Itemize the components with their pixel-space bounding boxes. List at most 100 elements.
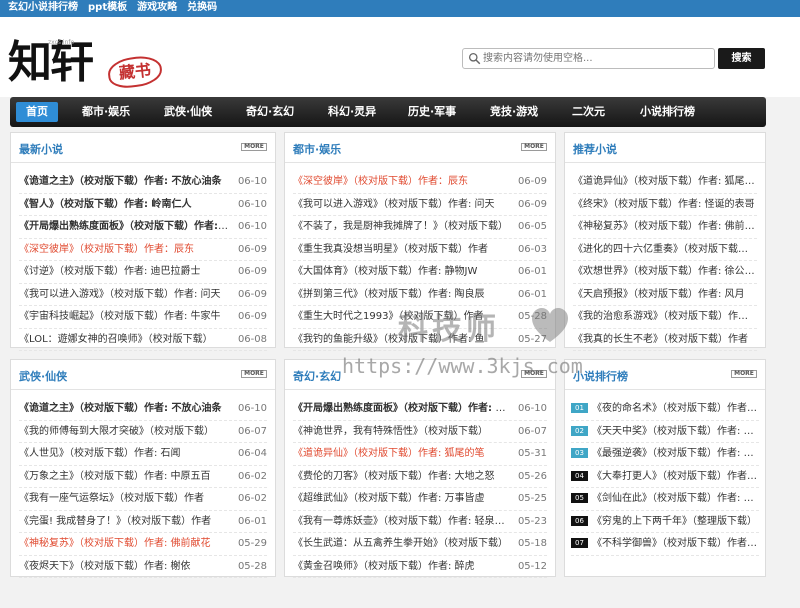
list-item[interactable]: 《智人》（校对版下载）作者: 岭南仁人 06-10 bbox=[19, 194, 267, 216]
novel-title-link[interactable]: 01 《夜的命名术》（校对版下载）作者: 会说话的肘子 bbox=[571, 398, 759, 420]
novel-title-link[interactable]: 《费伦的刀客》（校对版下载）作者: 大地之怒 bbox=[293, 466, 547, 488]
more-button[interactable]: MORE bbox=[521, 143, 547, 151]
list-item[interactable]: 《万象之主》（校对版下载）作者: 中原五百 06-02 bbox=[19, 466, 267, 488]
novel-title-link[interactable]: 《完蛋! 我成替身了！》（校对版下载）作者 bbox=[19, 511, 267, 533]
panel-title[interactable]: 推荐小说 bbox=[573, 141, 617, 157]
novel-title-link[interactable]: 《我有一座气运祭坛》（校对版下载）作者 bbox=[19, 488, 267, 510]
novel-title-link[interactable]: 《超维武仙》（校对版下载）作者: 万事皆虚 bbox=[293, 488, 547, 510]
novel-title-link[interactable]: 《夜烬天下》（校对版下载）作者: 榭依 bbox=[19, 556, 267, 578]
rank-item[interactable]: 07 《不科学御兽》（校对版下载）作者: 轻泉流响 bbox=[571, 533, 759, 556]
novel-title-link[interactable]: 《深空彼岸》（校对版下载）作者：辰东 bbox=[19, 239, 267, 261]
novel-title-link[interactable]: 《LOL：遊娜女神的召唤师》（校对版下载） bbox=[19, 329, 267, 351]
list-item[interactable]: 《我真的长生不老》（校对版下载）作者 bbox=[573, 329, 757, 351]
novel-title-link[interactable]: 《神诡世界，我有特殊悟性》（校对版下载） bbox=[293, 421, 547, 443]
nav-item-urban[interactable]: 都市·娱乐 bbox=[82, 97, 130, 127]
list-item[interactable]: 《宇宙科技崛起》（校对版下载）作者: 牛家牛 06-09 bbox=[19, 306, 267, 329]
nav-item-acg[interactable]: 二次元 bbox=[572, 97, 605, 127]
more-button[interactable]: MORE bbox=[731, 370, 757, 378]
list-item[interactable]: 《我可以进入游戏》（校对版下载）作者: 问天 06-09 bbox=[19, 284, 267, 306]
list-item[interactable]: 《LOL：遊娜女神的召唤师》（校对版下载） 06-08 bbox=[19, 329, 267, 351]
nav-item-scifi[interactable]: 科幻·灵异 bbox=[328, 97, 376, 127]
list-item[interactable]: 《夜烬天下》（校对版下载）作者: 榭依 05-28 bbox=[19, 556, 267, 578]
list-item[interactable]: 《大国体育》（校对版下载）作者: 静物JW 06-01 bbox=[293, 261, 547, 284]
novel-title-link[interactable]: 《智人》（校对版下载）作者: 岭南仁人 bbox=[19, 194, 267, 216]
rank-item[interactable]: 01 《夜的命名术》（校对版下载）作者: 会说话的肘子 bbox=[571, 398, 759, 421]
list-item[interactable]: 《拼到第三代》（校对版下载）作者: 陶良辰 06-01 bbox=[293, 284, 547, 306]
nav-item-wuxia[interactable]: 武侠·仙侠 bbox=[164, 97, 212, 127]
list-item[interactable]: 《重生我真没想当明星》（校对版下载）作者 06-03 bbox=[293, 239, 547, 261]
list-item[interactable]: 《道诡异仙》（校对版下载）作者: 狐尾的笔 05-31 bbox=[293, 443, 547, 466]
list-item[interactable]: 《讨逆》（校对版下载）作者: 迪巴拉爵士 06-09 bbox=[19, 261, 267, 284]
list-item[interactable]: 《我的师傅每到大限才突破》（校对版下载） 06-07 bbox=[19, 421, 267, 443]
nav-item-rank[interactable]: 小说排行榜 bbox=[640, 97, 695, 127]
nav-item-fantasy[interactable]: 奇幻·玄幻 bbox=[246, 97, 294, 127]
novel-title-link[interactable]: 《我钓的鱼能升级》（校对版下载）作者: 鱼 bbox=[293, 329, 547, 351]
novel-title-link[interactable]: 《开局爆出熟练度面板》（校对版下载）作者: 枯玄 bbox=[293, 398, 547, 420]
list-item[interactable]: 《开局爆出熟练度面板》（校对版下载）作者: 枯玄 06-10 bbox=[293, 398, 547, 421]
list-item[interactable]: 《我的治愈系游戏》（校对版下载）作者: 我会修空调 bbox=[573, 306, 757, 329]
novel-title-link[interactable]: 《诡道之主》（校对版下载）作者: 不放心油条 bbox=[19, 171, 267, 193]
list-item[interactable]: 《超维武仙》（校对版下载）作者: 万事皆虚 05-25 bbox=[293, 488, 547, 511]
nav-item-home[interactable]: 首页 bbox=[16, 102, 58, 122]
novel-title-link[interactable]: 《深空彼岸》（校对版下载）作者：辰东 bbox=[293, 171, 547, 193]
list-item[interactable]: 《神诡世界，我有特殊悟性》（校对版下载） 06-07 bbox=[293, 421, 547, 443]
novel-title-link[interactable]: 《重生大时代之1993》（校对版下载）作者 bbox=[293, 306, 547, 328]
novel-title-link[interactable]: 《宇宙科技崛起》（校对版下载）作者: 牛家牛 bbox=[19, 306, 267, 328]
novel-title-link[interactable]: 07 《不科学御兽》（校对版下载）作者: 轻泉流响 bbox=[571, 533, 759, 555]
novel-title-link[interactable]: 《神秘复苏》（校对版下载）作者: 佛前献花 bbox=[573, 216, 757, 238]
rank-item[interactable]: 06 《穷鬼的上下两千年》（整理版下载） bbox=[571, 511, 759, 533]
rank-item[interactable]: 03 《最强逆袭》（校对版下载）作者: 吃年糕的猪 bbox=[571, 443, 759, 466]
list-item[interactable]: 《终宋》（校对版下载）作者: 怪诞的表哥 bbox=[573, 194, 757, 216]
list-item[interactable]: 《费伦的刀客》（校对版下载）作者: 大地之怒 05-26 bbox=[293, 466, 547, 488]
top-link-ppt[interactable]: ppt模板 bbox=[88, 1, 127, 15]
rank-item[interactable]: 02 《天天中奖》（校对版下载）作者: 我本纯洁 bbox=[571, 421, 759, 443]
novel-title-link[interactable]: 《我真的长生不老》（校对版下载）作者 bbox=[573, 329, 757, 351]
list-item[interactable]: 《神秘复苏》（校对版下载）作者: 佛前献花 05-29 bbox=[19, 533, 267, 556]
list-item[interactable]: 《神秘复苏》（校对版下载）作者: 佛前献花 bbox=[573, 216, 757, 239]
list-item[interactable]: 《完蛋! 我成替身了！》（校对版下载）作者 06-01 bbox=[19, 511, 267, 533]
rank-item[interactable]: 04 《大奉打更人》（校对版下载）作者: 卖报小郎君 bbox=[571, 466, 759, 488]
novel-title-link[interactable]: 《我的治愈系游戏》（校对版下载）作者: 我会修空调 bbox=[573, 306, 757, 328]
novel-title-link[interactable]: 03 《最强逆袭》（校对版下载）作者: 吃年糕的猪 bbox=[571, 443, 759, 465]
novel-title-link[interactable]: 《黄金召唤师》（校对版下载）作者: 醉虎 bbox=[293, 556, 547, 578]
novel-title-link[interactable]: 《拼到第三代》（校对版下载）作者: 陶良辰 bbox=[293, 284, 547, 306]
site-logo[interactable]: 知轩 zxcs info 藏书 bbox=[8, 35, 164, 99]
list-item[interactable]: 《天启预报》（校对版下载）作者: 风月 bbox=[573, 284, 757, 306]
nav-item-sports-games[interactable]: 竞技·游戏 bbox=[490, 97, 538, 127]
novel-title-link[interactable]: 05 《剑仙在此》（校对版下载）作者: 乱世狂刀 bbox=[571, 488, 759, 510]
novel-title-link[interactable]: 02 《天天中奖》（校对版下载）作者: 我本纯洁 bbox=[571, 421, 759, 443]
novel-title-link[interactable]: 《我有一尊炼妖壶》（校对版下载）作者: 轻泉流响 bbox=[293, 511, 547, 533]
list-item[interactable]: 《诡道之主》（校对版下载）作者: 不放心油条 06-10 bbox=[19, 171, 267, 194]
more-button[interactable]: MORE bbox=[521, 370, 547, 378]
list-item[interactable]: 《长生武道：从五禽养生拳开始》（校对版下载） 05-18 bbox=[293, 533, 547, 556]
list-item[interactable]: 《我有一座气运祭坛》（校对版下载）作者 06-02 bbox=[19, 488, 267, 511]
novel-title-link[interactable]: 《道诡异仙》（校对版下载）作者: 狐尾的笔 bbox=[293, 443, 547, 465]
nav-item-history[interactable]: 历史·军事 bbox=[408, 97, 456, 127]
novel-title-link[interactable]: 《大国体育》（校对版下载）作者: 静物JW bbox=[293, 261, 547, 283]
list-item[interactable]: 《重生大时代之1993》（校对版下载）作者 05-28 bbox=[293, 306, 547, 329]
list-item[interactable]: 《道诡异仙》（校对版下载）作者: 狐尾的笔 bbox=[573, 171, 757, 194]
panel-title[interactable]: 最新小说 bbox=[19, 141, 63, 157]
novel-title-link[interactable]: 《重生我真没想当明星》（校对版下载）作者 bbox=[293, 239, 547, 261]
list-item[interactable]: 《深空彼岸》（校对版下载）作者：辰东 06-09 bbox=[293, 171, 547, 194]
novel-title-link[interactable]: 《道诡异仙》（校对版下载）作者: 狐尾的笔 bbox=[573, 171, 757, 193]
list-item[interactable]: 《我钓的鱼能升级》（校对版下载）作者: 鱼 05-27 bbox=[293, 329, 547, 351]
novel-title-link[interactable]: 《我的师傅每到大限才突破》（校对版下载） bbox=[19, 421, 267, 443]
list-item[interactable]: 《开局爆出熟练度面板》（校对版下载）作者: 枯玄 06-10 bbox=[19, 216, 267, 239]
list-item[interactable]: 《我有一尊炼妖壶》（校对版下载）作者: 轻泉流响 05-23 bbox=[293, 511, 547, 533]
novel-title-link[interactable]: 《开局爆出熟练度面板》（校对版下载）作者: 枯玄 bbox=[19, 216, 267, 238]
more-button[interactable]: MORE bbox=[241, 143, 267, 151]
novel-title-link[interactable]: 《诡道之主》（校对版下载）作者: 不放心油条 bbox=[19, 398, 267, 420]
novel-title-link[interactable]: 《神秘复苏》（校对版下载）作者: 佛前献花 bbox=[19, 533, 267, 555]
list-item[interactable]: 《进化的四十六亿重奏》（校对版下载）作者 bbox=[573, 239, 757, 261]
more-button[interactable]: MORE bbox=[241, 370, 267, 378]
novel-title-link[interactable]: 《我可以进入游戏》（校对版下载）作者: 问天 bbox=[19, 284, 267, 306]
rank-item[interactable]: 05 《剑仙在此》（校对版下载）作者: 乱世狂刀 bbox=[571, 488, 759, 511]
novel-title-link[interactable]: 《天启预报》（校对版下载）作者: 风月 bbox=[573, 284, 757, 306]
novel-title-link[interactable]: 《人世见》（校对版下载）作者: 石闻 bbox=[19, 443, 267, 465]
novel-title-link[interactable]: 《不装了，我是厨神我摊牌了！》（校对版下载） bbox=[293, 216, 547, 238]
panel-title[interactable]: 武侠·仙侠 bbox=[19, 368, 67, 384]
search-input[interactable] bbox=[483, 50, 711, 67]
list-item[interactable]: 《欢想世界》（校对版下载）作者: 徐公子胜治 bbox=[573, 261, 757, 284]
novel-title-link[interactable]: 《欢想世界》（校对版下载）作者: 徐公子胜治 bbox=[573, 261, 757, 283]
